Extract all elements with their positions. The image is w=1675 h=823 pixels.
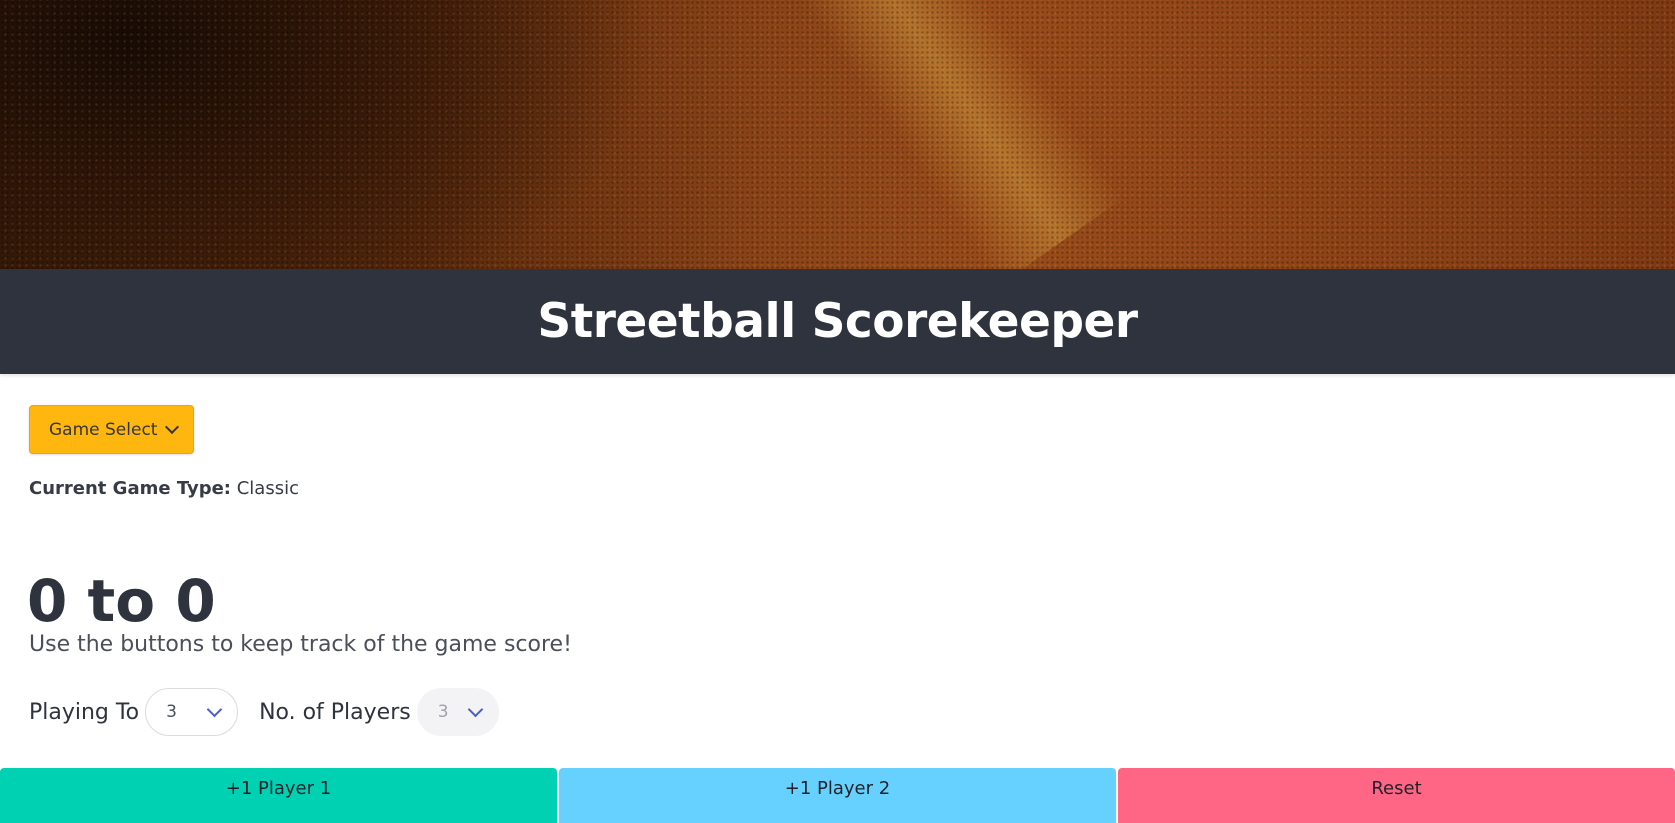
playing-to-label: Playing To bbox=[29, 699, 140, 725]
players-select[interactable]: 3 bbox=[416, 688, 499, 736]
chevron-down-icon bbox=[206, 701, 223, 718]
playing-to-select[interactable]: 3 bbox=[145, 688, 239, 736]
hero-image bbox=[0, 0, 1675, 269]
reset-button[interactable]: Reset bbox=[1118, 768, 1675, 823]
page-header: Streetball Scorekeeper bbox=[0, 269, 1675, 374]
playing-to-value: 3 bbox=[166, 702, 177, 722]
court-texture bbox=[0, 0, 1675, 269]
instructions-text: Use the buttons to keep track of the gam… bbox=[29, 632, 572, 657]
players-label: No. of Players bbox=[259, 699, 411, 725]
chevron-down-icon bbox=[467, 701, 483, 718]
chevron-down-icon bbox=[165, 419, 180, 435]
game-select-label: Game Select bbox=[49, 419, 158, 440]
game-type-value: Classic bbox=[236, 478, 299, 499]
score-display: 0 to 0 bbox=[27, 567, 216, 635]
game-settings-row: Playing To 3 No. of Players 3 bbox=[29, 688, 499, 736]
page-title: Streetball Scorekeeper bbox=[537, 294, 1138, 349]
add-player-2-button[interactable]: +1 Player 2 bbox=[559, 768, 1116, 823]
score-buttons: +1 Player 1 +1 Player 2 Reset bbox=[0, 768, 1675, 823]
current-game-type: Current Game Type: Classic bbox=[29, 478, 299, 499]
add-player-1-button[interactable]: +1 Player 1 bbox=[0, 768, 557, 823]
players-value: 3 bbox=[437, 702, 449, 722]
game-select-dropdown[interactable]: Game Select bbox=[29, 405, 195, 454]
game-type-label: Current Game Type: bbox=[29, 478, 231, 499]
